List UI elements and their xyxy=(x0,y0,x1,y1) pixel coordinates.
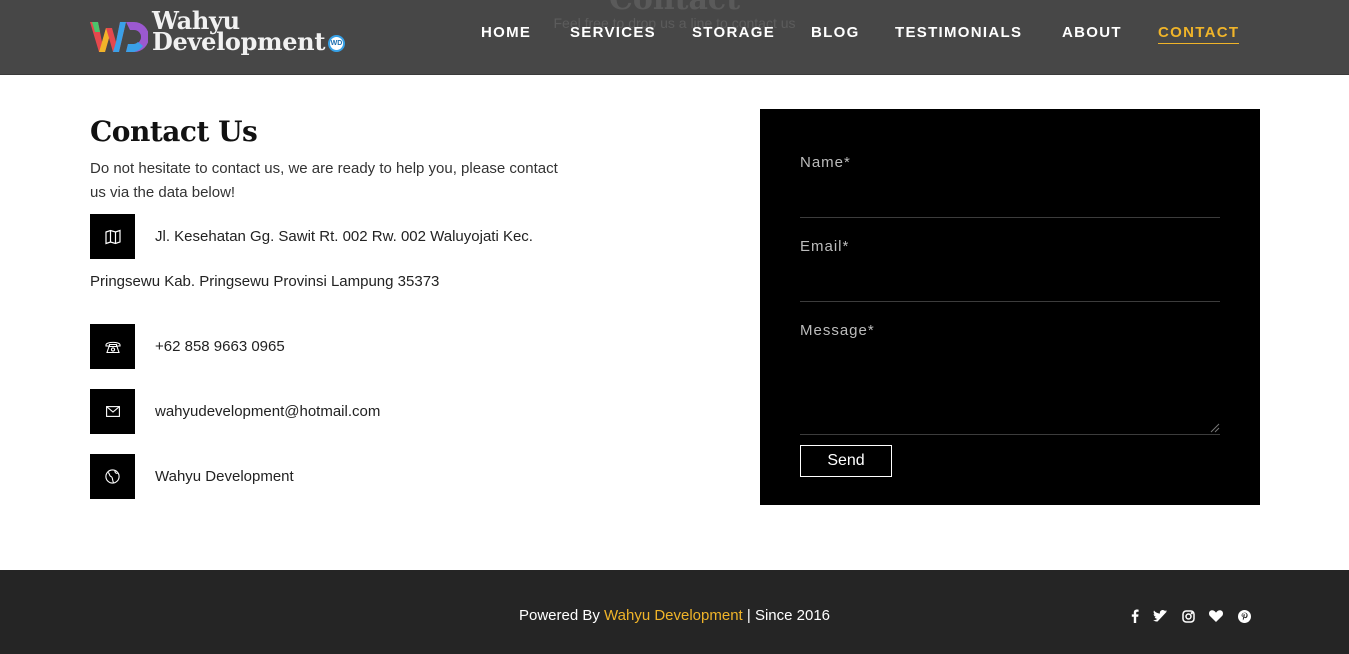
logo-badge-icon: WD xyxy=(328,35,345,52)
resize-grip-icon[interactable] xyxy=(1210,423,1220,433)
website-name[interactable]: Wahyu Development xyxy=(155,468,294,485)
name-field[interactable] xyxy=(800,185,1220,213)
footer-suffix: | Since 2016 xyxy=(742,607,831,624)
send-button[interactable]: Send xyxy=(800,445,892,477)
logo-mark-icon xyxy=(90,22,148,52)
nav-storage[interactable]: STORAGE xyxy=(692,24,775,41)
footer-brand-link[interactable]: Wahyu Development xyxy=(604,607,743,624)
phone-icon xyxy=(90,324,135,369)
footer-prefix: Powered By xyxy=(518,607,605,624)
site-logo[interactable]: Wahyu Development WD xyxy=(90,9,352,60)
contact-form: Name* Email* Message* Send xyxy=(760,109,1260,505)
message-label: Message* xyxy=(800,322,875,339)
facebook-icon[interactable] xyxy=(1127,608,1143,624)
heart-icon[interactable] xyxy=(1208,608,1224,624)
name-label: Name* xyxy=(800,154,851,171)
email-label: Email* xyxy=(800,238,850,255)
map-icon xyxy=(90,214,135,259)
twitter-icon[interactable] xyxy=(1152,608,1168,624)
email-field[interactable] xyxy=(800,269,1220,297)
pinterest-icon[interactable] xyxy=(1236,608,1252,624)
logo-line-2: Development xyxy=(152,27,326,56)
site-header: Contact Feel free to drop us a line to c… xyxy=(0,0,1349,75)
footer-credit: Powered By Wahyu Development | Since 201… xyxy=(0,607,1349,624)
name-underline xyxy=(800,217,1220,218)
instagram-icon[interactable] xyxy=(1180,608,1196,624)
nav-services[interactable]: SERVICES xyxy=(570,24,656,41)
address-line-1: Jl. Kesehatan Gg. Sawit Rt. 002 Rw. 002 … xyxy=(155,228,533,245)
nav-contact[interactable]: CONTACT xyxy=(1158,24,1240,44)
nav-testimonials[interactable]: TESTIMONIALS xyxy=(895,24,1022,41)
logo-wordmark: Wahyu Development xyxy=(152,9,352,56)
contact-title: Contact Us xyxy=(90,115,258,148)
message-field[interactable] xyxy=(800,345,1220,433)
site-footer: Powered By Wahyu Development | Since 201… xyxy=(0,570,1349,654)
nav-home[interactable]: HOME xyxy=(481,24,531,41)
email-address[interactable]: wahyudevelopment@hotmail.com xyxy=(155,403,380,420)
message-underline xyxy=(800,434,1220,435)
globe-icon xyxy=(90,454,135,499)
nav-about[interactable]: ABOUT xyxy=(1062,24,1122,41)
email-underline xyxy=(800,301,1220,302)
envelope-icon xyxy=(90,389,135,434)
phone-number[interactable]: +62 858 9663 0965 xyxy=(155,338,285,355)
address-line-2: Pringsewu Kab. Pringsewu Provinsi Lampun… xyxy=(90,273,440,290)
nav-blog[interactable]: BLOG xyxy=(811,24,860,41)
contact-description: Do not hesitate to contact us, we are re… xyxy=(90,160,558,201)
